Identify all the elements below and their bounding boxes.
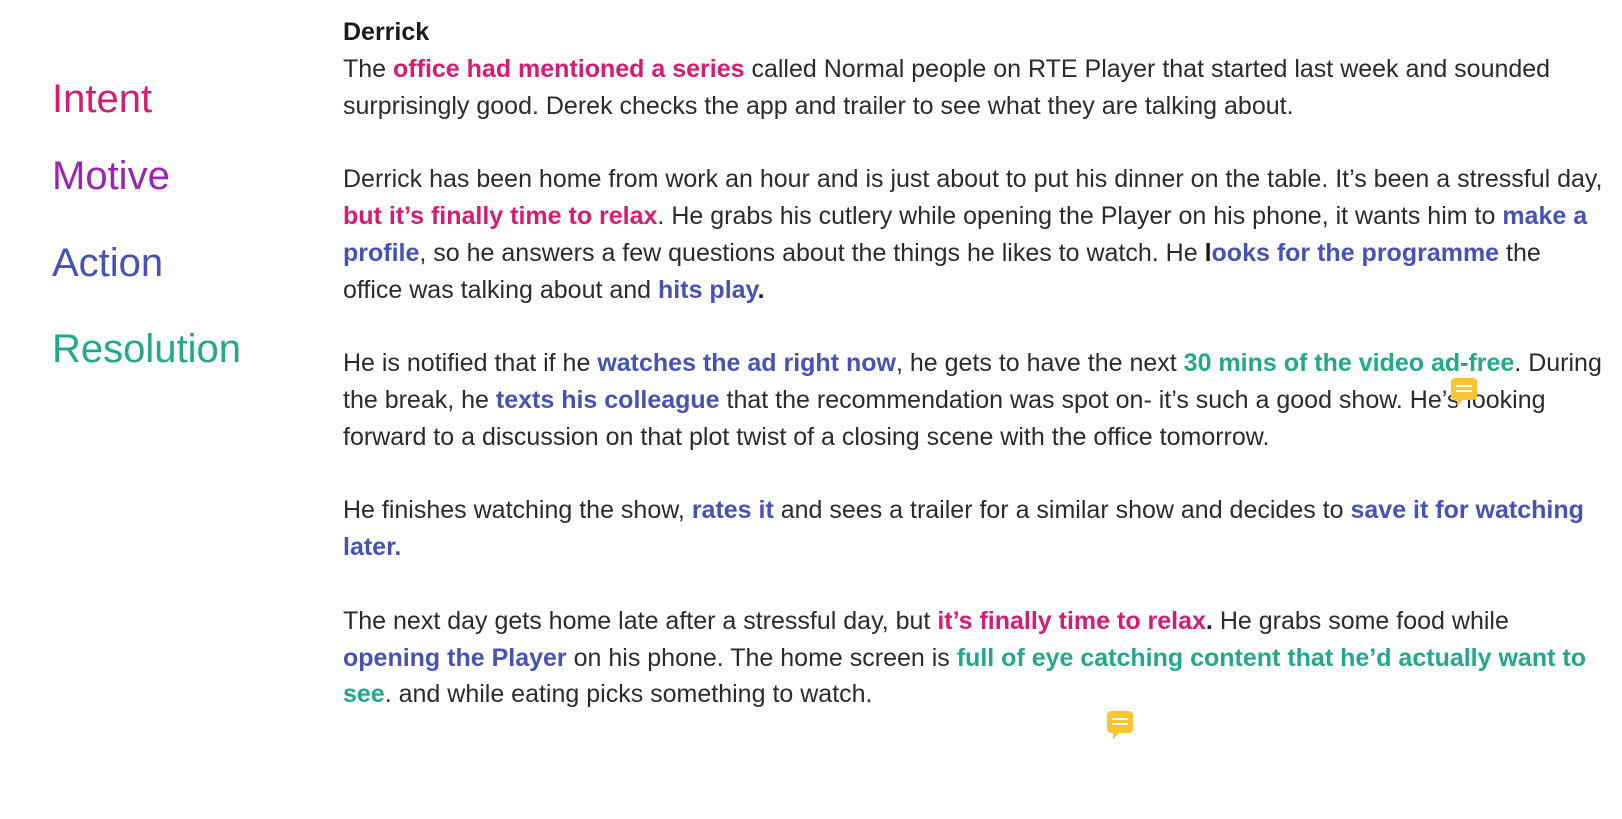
legend-motive: Motive	[52, 154, 170, 198]
action-highlight: rates it	[691, 496, 774, 525]
legend-intent: Intent	[52, 77, 153, 121]
bold-text: .	[1205, 606, 1213, 635]
legend-action: Action	[52, 241, 164, 285]
text: The	[343, 54, 394, 83]
action-highlight: hits play	[658, 275, 758, 304]
action-highlight: ooks for the programme	[1211, 238, 1500, 267]
text: , he gets to have the next	[895, 349, 1184, 378]
text: , so he answers a few questions about th…	[419, 238, 1205, 267]
comment-icon-line	[1456, 390, 1472, 392]
text: He is notified that if he	[343, 349, 598, 378]
text: He finishes watching the show,	[343, 496, 692, 525]
story-document: Derrick The office had mentioned a serie…	[343, 14, 1605, 750]
text: and sees a trailer for a similar show an…	[773, 496, 1351, 525]
text: He grabs some food while	[1212, 606, 1509, 635]
text: Derrick has been home from work an hour …	[343, 165, 1603, 194]
intent-highlight: office had mentioned a series	[393, 54, 745, 83]
action-highlight: texts his colleague	[495, 385, 720, 414]
text: on his phone. The home screen is	[566, 643, 957, 672]
story-paragraph-4: He finishes watching the show, rates it …	[343, 492, 1605, 566]
comment-icon[interactable]	[1107, 711, 1133, 739]
comment-icon-line	[1456, 385, 1472, 387]
comment-icon[interactable]	[1451, 378, 1477, 406]
intent-highlight: it’s finally time to relax	[937, 606, 1206, 635]
action-highlight: watches the ad right now	[597, 349, 896, 378]
story-title: Derrick	[343, 18, 430, 46]
text: . He grabs his cutlery while opening the…	[657, 201, 1503, 230]
comment-icon-line	[1112, 723, 1128, 725]
story-paragraph-2: Derrick has been home from work an hour …	[343, 161, 1605, 308]
text: The next day gets home late after a stre…	[343, 606, 938, 635]
story-paragraph-5: The next day gets home late after a stre…	[343, 603, 1605, 713]
legend-resolution: Resolution	[52, 327, 242, 371]
resolution-highlight: 30 mins of the video ad-free	[1183, 349, 1515, 378]
text: . and while eating picks something to wa…	[384, 680, 873, 709]
action-highlight: opening the Player	[343, 643, 567, 672]
intent-highlight: but it’s finally time to relax	[343, 201, 658, 230]
bold-text: .	[757, 275, 765, 304]
story-paragraph-1: The office had mentioned a series called…	[343, 51, 1605, 125]
bold-text: l	[1204, 238, 1212, 267]
comment-icon-line	[1112, 718, 1128, 720]
story-paragraph-3: He is notified that if he watches the ad…	[343, 345, 1605, 455]
